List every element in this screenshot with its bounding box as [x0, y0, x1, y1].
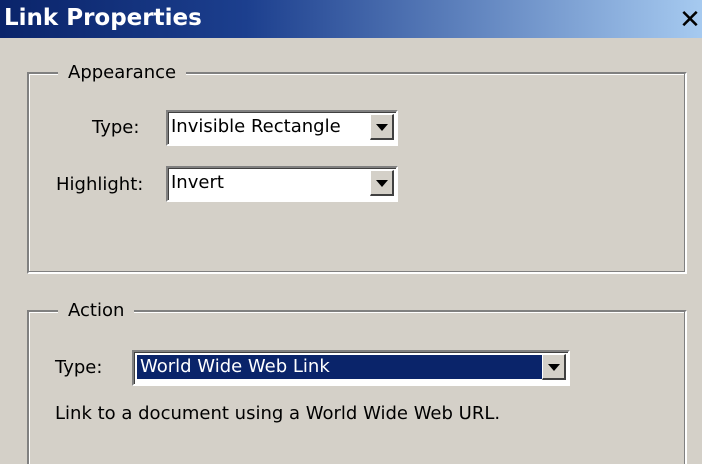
highlight-dropdown[interactable]: Invert [166, 166, 398, 202]
dialog-title: Link Properties [4, 5, 202, 31]
chevron-down-icon[interactable] [370, 114, 394, 140]
appearance-group-label: Appearance [58, 62, 187, 84]
chevron-down-icon[interactable] [370, 170, 394, 196]
link-properties-dialog: Link Properties ✕ Appearance Type: Invis… [0, 0, 702, 464]
action-type-dropdown[interactable]: World Wide Web Link [132, 350, 570, 386]
appearance-type-value: Invisible Rectangle [171, 116, 341, 137]
title-bar: Link Properties ✕ [0, 0, 702, 38]
action-group-label: Action [58, 300, 135, 322]
chevron-down-icon[interactable] [542, 354, 566, 380]
appearance-type-label: Type: [92, 117, 140, 138]
action-type-label: Type: [55, 357, 103, 378]
appearance-type-dropdown[interactable]: Invisible Rectangle [166, 110, 398, 146]
close-icon[interactable]: ✕ [678, 4, 702, 36]
highlight-label: Highlight: [56, 174, 144, 195]
action-type-value: World Wide Web Link [137, 355, 542, 379]
action-description: Link to a document using a World Wide We… [55, 403, 501, 424]
action-group [27, 310, 687, 464]
highlight-value: Invert [171, 172, 224, 193]
